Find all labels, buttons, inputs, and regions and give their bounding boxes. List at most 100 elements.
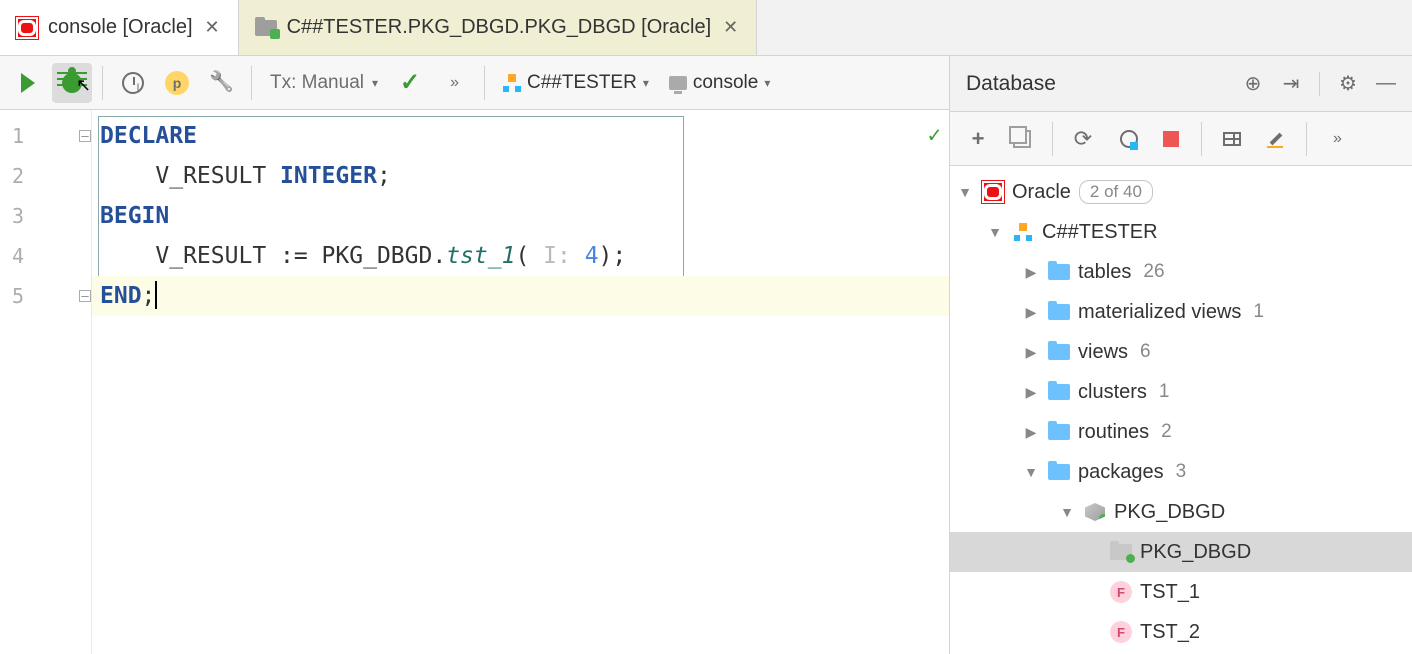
oracle-icon bbox=[982, 181, 1004, 203]
collapse-icon[interactable]: ⇥ bbox=[1275, 68, 1307, 100]
table-icon bbox=[1223, 132, 1241, 146]
count: 26 bbox=[1143, 261, 1164, 283]
tab-console[interactable]: console [Oracle] ✕ bbox=[0, 0, 239, 55]
line-number[interactable]: 5– bbox=[0, 276, 91, 316]
table-view-button[interactable] bbox=[1212, 119, 1252, 159]
tree-datasource[interactable]: ▼ Oracle 2 of 40 bbox=[950, 172, 1412, 212]
close-icon[interactable]: ✕ bbox=[203, 17, 222, 38]
separator bbox=[251, 66, 252, 100]
text-cursor bbox=[155, 281, 157, 309]
db-refresh-icon bbox=[1118, 130, 1136, 148]
tree-label: packages bbox=[1078, 461, 1164, 484]
tree-label: PKG_DBGD bbox=[1114, 501, 1225, 524]
more-button[interactable]: » bbox=[1317, 119, 1357, 159]
add-datasource-button[interactable]: + bbox=[958, 119, 998, 159]
schema-icon bbox=[1012, 223, 1034, 241]
hide-icon[interactable]: — bbox=[1370, 68, 1402, 100]
tx-mode-dropdown[interactable]: Tx: Manual ▾ bbox=[262, 63, 386, 103]
duplicate-button[interactable] bbox=[1002, 119, 1042, 159]
tree-label: Oracle bbox=[1012, 181, 1071, 204]
count: 1 bbox=[1253, 301, 1264, 323]
stop-button[interactable] bbox=[1151, 119, 1191, 159]
schema-dropdown[interactable]: C##TESTER ▾ bbox=[495, 63, 657, 103]
stop-icon bbox=[1163, 131, 1179, 147]
chevron-right-icon[interactable]: ▶ bbox=[1022, 264, 1040, 281]
separator bbox=[1201, 122, 1202, 156]
target-icon[interactable]: ⊕ bbox=[1237, 68, 1269, 100]
tree-label: tables bbox=[1078, 261, 1131, 284]
bug-icon bbox=[62, 73, 82, 93]
refresh-button[interactable]: ⟳ bbox=[1063, 119, 1103, 159]
tab-label: console [Oracle] bbox=[48, 16, 193, 39]
folder-icon bbox=[1048, 303, 1070, 321]
database-pane-header: Database ⊕ ⇥ ⚙ — bbox=[950, 56, 1412, 112]
tree-item-pkg-body[interactable]: PKG_DBGD bbox=[950, 532, 1412, 572]
folder-icon bbox=[1048, 263, 1070, 281]
separator bbox=[1306, 122, 1307, 156]
p-icon: p bbox=[165, 71, 189, 95]
chevron-right-icon[interactable]: ▶ bbox=[1022, 384, 1040, 401]
tree-item-views[interactable]: ▶ views 6 bbox=[950, 332, 1412, 372]
database-pane: Database ⊕ ⇥ ⚙ — + ⟳ » ▼ Oracle 2 bbox=[950, 56, 1412, 654]
chevron-down-icon[interactable]: ▼ bbox=[1058, 504, 1076, 520]
settings-button[interactable] bbox=[201, 63, 241, 103]
tree-label: C##TESTER bbox=[1042, 221, 1158, 244]
copy-icon bbox=[1013, 130, 1031, 148]
tree-label: clusters bbox=[1078, 381, 1147, 404]
wrench-icon bbox=[211, 73, 231, 93]
chevron-down-icon[interactable]: ▼ bbox=[1022, 464, 1040, 480]
tree-item-tables[interactable]: ▶ tables 26 bbox=[950, 252, 1412, 292]
tree-item-pkg[interactable]: ▼ PKG_DBGD bbox=[950, 492, 1412, 532]
tree-item-packages[interactable]: ▼ packages 3 bbox=[950, 452, 1412, 492]
line-number[interactable]: 2 bbox=[0, 156, 91, 196]
clock-icon bbox=[122, 72, 144, 94]
refresh-icon: ⟳ bbox=[1074, 126, 1092, 152]
oracle-icon bbox=[16, 17, 38, 39]
database-toolbar: + ⟳ » bbox=[950, 112, 1412, 166]
check-icon: ✓ bbox=[400, 68, 420, 97]
tree-item-mviews[interactable]: ▶ materialized views 1 bbox=[950, 292, 1412, 332]
line-number[interactable]: 1– bbox=[0, 116, 91, 156]
run-button[interactable] bbox=[8, 63, 48, 103]
editor-tabs: console [Oracle] ✕ C##TESTER.PKG_DBGD.PK… bbox=[0, 0, 1412, 56]
tree-label: materialized views bbox=[1078, 301, 1241, 324]
chevron-right-icon[interactable]: ▶ bbox=[1022, 304, 1040, 321]
code-area[interactable]: ✓ DECLARE V_RESULT INTEGER; BEGIN V_RESU… bbox=[92, 110, 949, 654]
more-button[interactable]: » bbox=[434, 63, 474, 103]
tree-item-function[interactable]: F TST_1 bbox=[950, 572, 1412, 612]
line-number[interactable]: 4 bbox=[0, 236, 91, 276]
tab-pkg-file[interactable]: C##TESTER.PKG_DBGD.PKG_DBGD [Oracle] ✕ bbox=[239, 0, 758, 55]
chevron-down-icon: ▾ bbox=[643, 76, 649, 90]
play-icon bbox=[21, 73, 35, 93]
editor-pane: ↖ p Tx: Manual ▾ ✓ » C##TESTER ▾ console bbox=[0, 56, 950, 654]
fold-icon[interactable]: – bbox=[79, 290, 91, 302]
folder-icon bbox=[1048, 343, 1070, 361]
file-icon bbox=[255, 17, 277, 39]
chevron-down-icon[interactable]: ▼ bbox=[956, 184, 974, 200]
tree-label: views bbox=[1078, 341, 1128, 364]
chevron-right-icon[interactable]: ▶ bbox=[1022, 344, 1040, 361]
commit-button[interactable]: ✓ bbox=[390, 63, 430, 103]
package-icon bbox=[1084, 503, 1106, 521]
chevron-down-icon[interactable]: ▼ bbox=[986, 224, 1004, 240]
history-button[interactable] bbox=[113, 63, 153, 103]
separator bbox=[484, 66, 485, 100]
debug-button[interactable]: ↖ bbox=[52, 63, 92, 103]
sync-button[interactable] bbox=[1107, 119, 1147, 159]
fold-icon[interactable]: – bbox=[79, 130, 91, 142]
tree-item-clusters[interactable]: ▶ clusters 1 bbox=[950, 372, 1412, 412]
close-icon[interactable]: ✕ bbox=[721, 17, 740, 38]
explain-plan-button[interactable]: p bbox=[157, 63, 197, 103]
chevron-down-icon: ▾ bbox=[372, 76, 378, 90]
session-dropdown[interactable]: console ▾ bbox=[661, 63, 779, 103]
gutter: 1– 2 3 4 5– bbox=[0, 110, 92, 654]
chevron-right-icon[interactable]: ▶ bbox=[1022, 424, 1040, 441]
pane-title: Database bbox=[960, 72, 1231, 96]
separator bbox=[102, 66, 103, 100]
tree-schema[interactable]: ▼ C##TESTER bbox=[950, 212, 1412, 252]
gear-icon[interactable]: ⚙ bbox=[1332, 68, 1364, 100]
tree-item-function[interactable]: F TST_2 bbox=[950, 612, 1412, 652]
line-number[interactable]: 3 bbox=[0, 196, 91, 236]
edit-button[interactable] bbox=[1256, 119, 1296, 159]
tree-item-routines[interactable]: ▶ routines 2 bbox=[950, 412, 1412, 452]
